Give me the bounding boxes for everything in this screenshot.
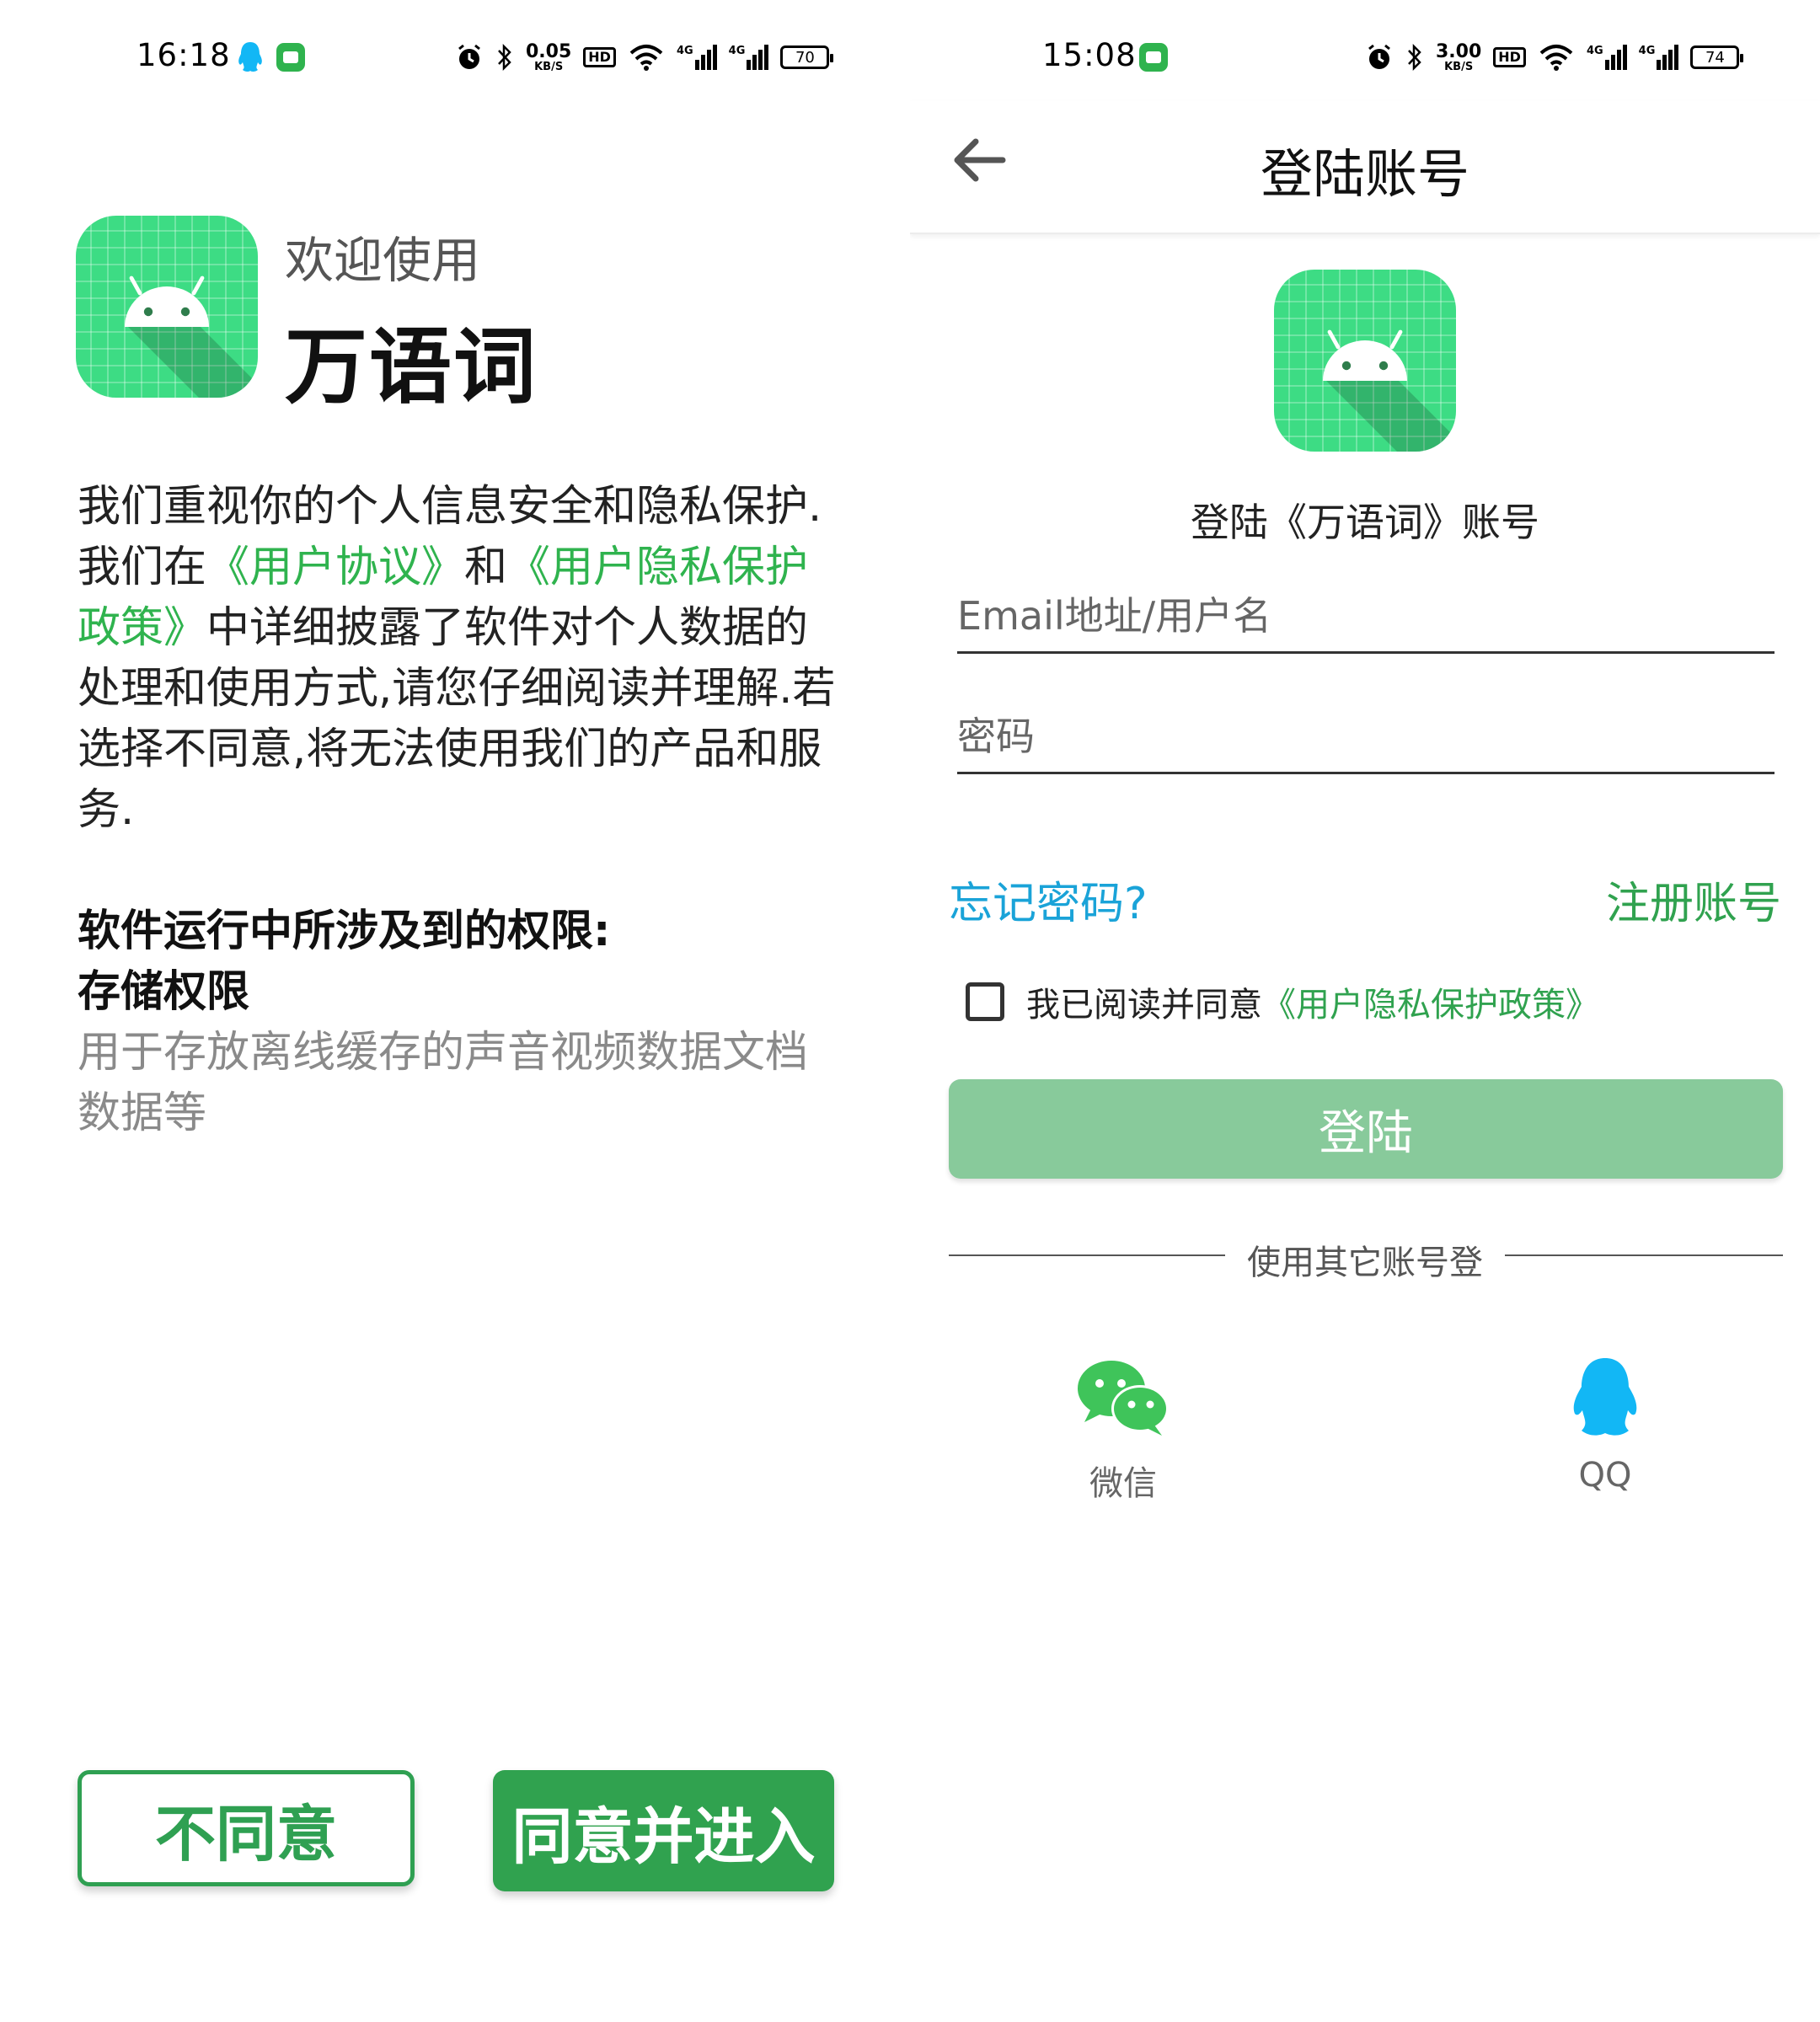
network-speed: 3.00 KB/S (1436, 40, 1482, 73)
status-time: 16:18 (136, 37, 231, 73)
status-bar: 16:18 0.05 KB/S HD 4G 4G 70 (0, 32, 910, 83)
alarm-icon (1368, 44, 1390, 69)
status-time: 15:08 (1042, 37, 1137, 73)
privacy-statement: 我们重视你的个人信息安全和隐私保护.我们在《用户协议》和《用户隐私保护政策》中详… (78, 477, 836, 841)
network-speed: 0.05 KB/S (526, 40, 572, 73)
qq-label: QQ (1578, 1456, 1632, 1495)
agree-and-enter-button[interactable]: 同意并进入 (493, 1770, 834, 1891)
hd-voice-icon: HD (583, 47, 616, 67)
login-subtitle: 登陆《万语词》账号 (1191, 500, 1539, 545)
signal-icon-2: 4G (1639, 45, 1679, 70)
message-app-icon (1139, 43, 1168, 72)
divider-right (1505, 1254, 1783, 1256)
bluetooth-icon (1408, 43, 1421, 72)
user-agreement-link[interactable]: 《用户协议》 (206, 543, 464, 592)
wifi-icon (629, 45, 663, 71)
page-title: 登陆账号 (1260, 143, 1469, 205)
app-logo (1274, 270, 1456, 452)
other-login-label: 使用其它账号登 (1247, 1244, 1483, 1282)
wechat-login[interactable]: 微信 (1039, 1356, 1207, 1505)
signal-icon: 4G (1587, 45, 1627, 70)
welcome-text: 欢迎使用 (285, 232, 481, 289)
app-logo (76, 216, 258, 398)
system-icons: 3.00 KB/S HD 4G 4G 74 (1365, 39, 1744, 76)
system-icons: 0.05 KB/S HD 4G 4G 70 (455, 39, 834, 76)
signal-icon-2: 4G (729, 45, 769, 70)
wechat-icon[interactable] (1073, 1356, 1174, 1441)
hd-voice-icon: HD (1493, 47, 1526, 67)
qq-notification-icon (238, 42, 262, 72)
password-input[interactable]: 密码 (957, 706, 1774, 774)
app-name: 万语词 (285, 319, 538, 415)
privacy-consent-screen: 16:18 0.05 KB/S HD 4G 4G 70 欢迎使用 万语词 我们重… (0, 0, 910, 2022)
notification-icons (236, 39, 305, 76)
bluetooth-icon (498, 43, 511, 72)
agreement-row: 我已阅读并同意 《用户隐私保护政策》 (966, 977, 1599, 1026)
wechat-label: 微信 (1089, 1464, 1157, 1503)
permission-description: 用于存放离线缓存的声音视频数据文档数据等 (78, 1028, 809, 1138)
login-button[interactable]: 登陆 (949, 1079, 1783, 1179)
battery-icon: 70 (780, 45, 834, 69)
agree-text: 我已阅读并同意 (1026, 986, 1262, 1024)
signal-icon: 4G (677, 45, 717, 70)
privacy-policy-link[interactable]: 《用户隐私保护政策》 (1262, 977, 1599, 1026)
qq-login[interactable]: QQ (1521, 1356, 1689, 1495)
permission-name: 存储权限 (78, 967, 250, 1017)
notification-icons (1139, 39, 1168, 76)
status-bar: 15:08 3.00 KB/S HD 4G 4G 74 (910, 32, 1820, 83)
app-bar: 登陆账号 (910, 101, 1820, 234)
wifi-icon (1539, 45, 1573, 71)
privacy-text-2: 和 (464, 543, 508, 592)
battery-icon: 74 (1690, 45, 1744, 69)
permissions-title: 软件运行中所涉及到的权限: (78, 907, 611, 956)
disagree-button[interactable]: 不同意 (78, 1770, 415, 1886)
forgot-password-link[interactable]: 忘记密码? (949, 868, 1148, 931)
qq-icon[interactable] (1563, 1356, 1647, 1441)
alarm-icon (458, 44, 480, 69)
register-link[interactable]: 注册账号 (1606, 868, 1781, 931)
agree-checkbox[interactable] (966, 982, 1004, 1021)
login-screen: 15:08 3.00 KB/S HD 4G 4G 74 登陆账号 登陆《万语词》… (910, 0, 1820, 2022)
username-input[interactable]: Email地址/用户名 (957, 586, 1774, 654)
message-app-icon (276, 43, 305, 72)
